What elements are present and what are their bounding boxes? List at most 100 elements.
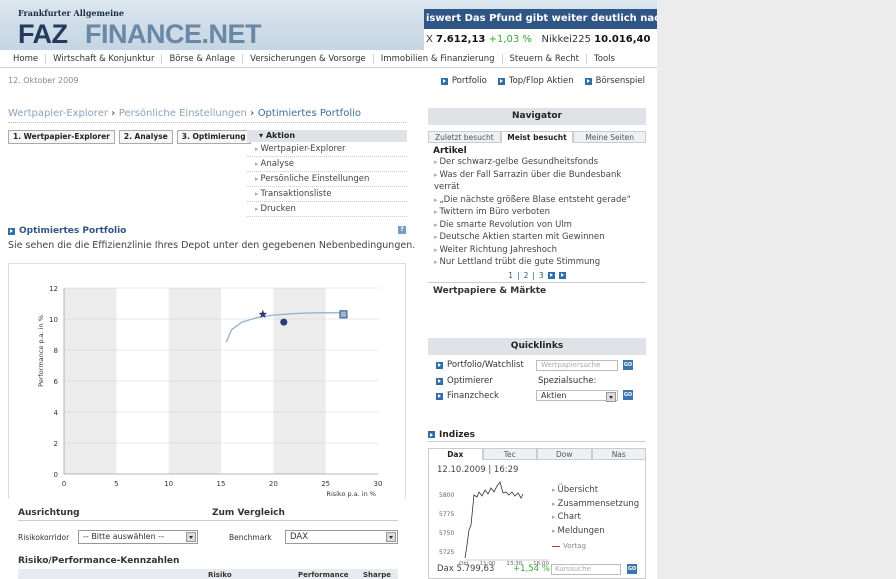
x-axis-label: Risiko p.a. in % <box>326 490 376 498</box>
arrow-icon: ▸ <box>255 145 259 153</box>
wertpapiersuche-input[interactable]: Wertpapiersuche <box>536 360 618 371</box>
arrow-bullet-icon <box>436 392 443 400</box>
article-link[interactable]: ▸ Deutsche Aktien starten mit Gewinnen <box>428 231 646 244</box>
help-icon[interactable]: ? <box>398 226 406 234</box>
indizes-title: Indizes <box>428 428 646 442</box>
kurssuche-input[interactable]: Kurssuche <box>551 564 621 575</box>
action-transaktionsliste[interactable]: ▸ Transaktionsliste <box>247 187 407 202</box>
link-uebersicht[interactable]: ▸ Übersicht <box>552 484 639 498</box>
article-link[interactable]: ▸ Nur Lettland trübt die gute Stimmung <box>428 256 646 269</box>
nav-tools[interactable]: Tools <box>587 54 622 64</box>
tab-dow[interactable]: Dow <box>537 448 592 460</box>
link-label: Chart <box>557 512 581 522</box>
y-axis-label: Performance p.a. in % <box>37 315 45 387</box>
action-analyse[interactable]: ▸ Analyse <box>247 157 407 172</box>
nikkei-name: Nikkei225 <box>541 34 591 45</box>
arrow-icon: ▸ <box>255 175 259 183</box>
tab-tec[interactable]: Tec <box>482 448 537 460</box>
select-value: DAX <box>290 532 309 542</box>
vortag-legend: Vortag <box>552 542 586 550</box>
last-page-icon[interactable] <box>558 271 566 279</box>
toplink-topflop[interactable]: Top/Flop Aktien <box>497 76 574 86</box>
x-tick-label: 30 <box>374 480 383 488</box>
article-label: Der schwarz-gelbe Gesundheitsfonds <box>439 157 599 167</box>
arrow-icon: ▸ <box>552 499 556 508</box>
tab-nas[interactable]: Nas <box>591 448 646 460</box>
ticker-news[interactable]: iswert Das Pfund gibt weiter deutlich na… <box>424 9 657 29</box>
toplink-label: Top/Flop Aktien <box>508 76 574 86</box>
step-analyse[interactable]: 2. Analyse <box>118 130 173 144</box>
article-link[interactable]: ▸ „Die nächste größere Blase entsteht ger… <box>428 194 646 207</box>
wertpapiere-link[interactable]: Wertpapiere & Märkte <box>428 281 646 299</box>
select-value: Aktien <box>541 391 567 400</box>
action-explorer[interactable]: ▸ Wertpapier-Explorer <box>247 142 407 157</box>
ql-label: Optimierer <box>447 376 493 386</box>
nav-immobilien[interactable]: Immobilien & Finanzierung <box>374 54 503 64</box>
x-tick-label: 20 <box>269 480 278 488</box>
link-zusammensetzung[interactable]: ▸ Zusammensetzung <box>552 498 639 512</box>
risikokorridor-label: Risikokorridor <box>18 533 70 542</box>
next-page-icon[interactable] <box>547 271 555 279</box>
tab-zuletzt[interactable]: Zuletzt besucht <box>428 131 501 143</box>
action-einstellungen[interactable]: ▸ Persönliche Einstellungen <box>247 172 407 187</box>
step-optimierung[interactable]: 3. Optimierung <box>176 130 251 144</box>
page-3[interactable]: 3 <box>539 271 544 280</box>
arrow-bullet-icon <box>428 431 435 438</box>
logo-faz[interactable]: FAZ <box>18 19 68 50</box>
dax-value: Dax 5.799,63 <box>437 564 495 574</box>
y-tick-label: 8 <box>54 347 58 355</box>
go-button[interactable]: GO <box>623 360 633 370</box>
toplink-portfolio[interactable]: Portfolio <box>440 76 487 86</box>
quote-value: 7.612,13 <box>436 34 486 45</box>
select-value: -- Bitte auswählen -- <box>83 532 164 541</box>
nav-steuern[interactable]: Steuern & Recht <box>503 54 588 64</box>
article-link[interactable]: ▸ Was der Fall Sarrazin über die Bundesba… <box>428 169 646 194</box>
indizes-tabs: Dax Tec Dow Nas <box>428 448 646 460</box>
ql-portfolio[interactable]: Portfolio/Watchlist <box>436 360 524 370</box>
arrow-icon: ▸ <box>434 245 438 254</box>
article-link[interactable]: ▸ Die smarte Revolution von Ulm <box>428 219 646 232</box>
article-link[interactable]: ▸ Weiter Richtung Jahreshoch <box>428 244 646 257</box>
article-link[interactable]: ▸ Der schwarz-gelbe Gesundheitsfonds <box>428 156 646 169</box>
link-chart[interactable]: ▸ Chart <box>552 511 639 525</box>
nav-home[interactable]: Home <box>6 54 47 64</box>
tab-dax[interactable]: Dax <box>428 448 483 460</box>
action-drucken[interactable]: ▸ Drucken <box>247 202 407 217</box>
go-button[interactable]: GO <box>627 564 637 574</box>
y-tick-label: 10 <box>49 316 58 324</box>
x-tick-label: 15 <box>217 480 226 488</box>
tab-meine[interactable]: Meine Seiten <box>573 131 647 143</box>
page-2[interactable]: 2 <box>524 271 529 280</box>
nav-boerse[interactable]: Börse & Anlage <box>162 54 244 64</box>
page-1[interactable]: 1 <box>508 271 513 280</box>
benchmark-select[interactable]: DAX <box>285 530 398 544</box>
toplink-boersenspiel[interactable]: Börsenspiel <box>584 76 645 86</box>
action-menu: ▾ Aktion ▸ Wertpapier-Explorer ▸ Analyse ▸… <box>247 130 407 217</box>
dax-intraday-chart[interactable]: 5800 5775 5750 5725 <box>431 480 551 562</box>
crumb-einstellungen[interactable]: Persönliche Einstellungen <box>119 108 247 119</box>
ticker-quotes[interactable]: X 7.612,13 +1,03 % Nikkei225 10.016,40 <box>424 29 657 50</box>
ticker: iswert Das Pfund gibt weiter deutlich na… <box>424 9 657 50</box>
spezialsuche-select[interactable]: Aktien <box>536 390 618 402</box>
chevron-down-icon <box>386 532 396 542</box>
nav-wirtschaft[interactable]: Wirtschaft & Konjunktur <box>46 54 163 64</box>
go-button[interactable]: GO <box>623 390 633 400</box>
link-label: Zusammensetzung <box>557 498 640 509</box>
ql-finanzcheck[interactable]: Finanzcheck <box>436 391 499 401</box>
portfolio-title: Optimiertes Portfolio ? <box>8 226 406 236</box>
main-nav: Home Wirtschaft & Konjunktur Börse & Anl… <box>0 51 657 68</box>
navigator-title: Navigator <box>428 108 646 125</box>
crumb-explorer[interactable]: Wertpapier-Explorer <box>8 108 108 119</box>
ql-optimierer[interactable]: Optimierer <box>436 376 493 386</box>
risikokorridor-select[interactable]: -- Bitte auswählen -- <box>78 530 198 544</box>
logo-finance[interactable]: FINANCE.NET <box>85 19 262 50</box>
article-link[interactable]: ▸ Twittern im Büro verboten <box>428 206 646 219</box>
tab-meist[interactable]: Meist besucht <box>500 131 574 143</box>
link-label: Übersicht <box>557 485 599 495</box>
step-explorer[interactable]: 1. Wertpapier-Explorer <box>8 130 115 144</box>
chevron-down-icon <box>606 392 616 402</box>
nav-versicherungen[interactable]: Versicherungen & Vorsorge <box>243 54 374 64</box>
action-title-label: Aktion <box>265 131 296 140</box>
ql-label: Finanzcheck <box>447 391 499 401</box>
link-meldungen[interactable]: ▸ Meldungen <box>552 525 639 539</box>
